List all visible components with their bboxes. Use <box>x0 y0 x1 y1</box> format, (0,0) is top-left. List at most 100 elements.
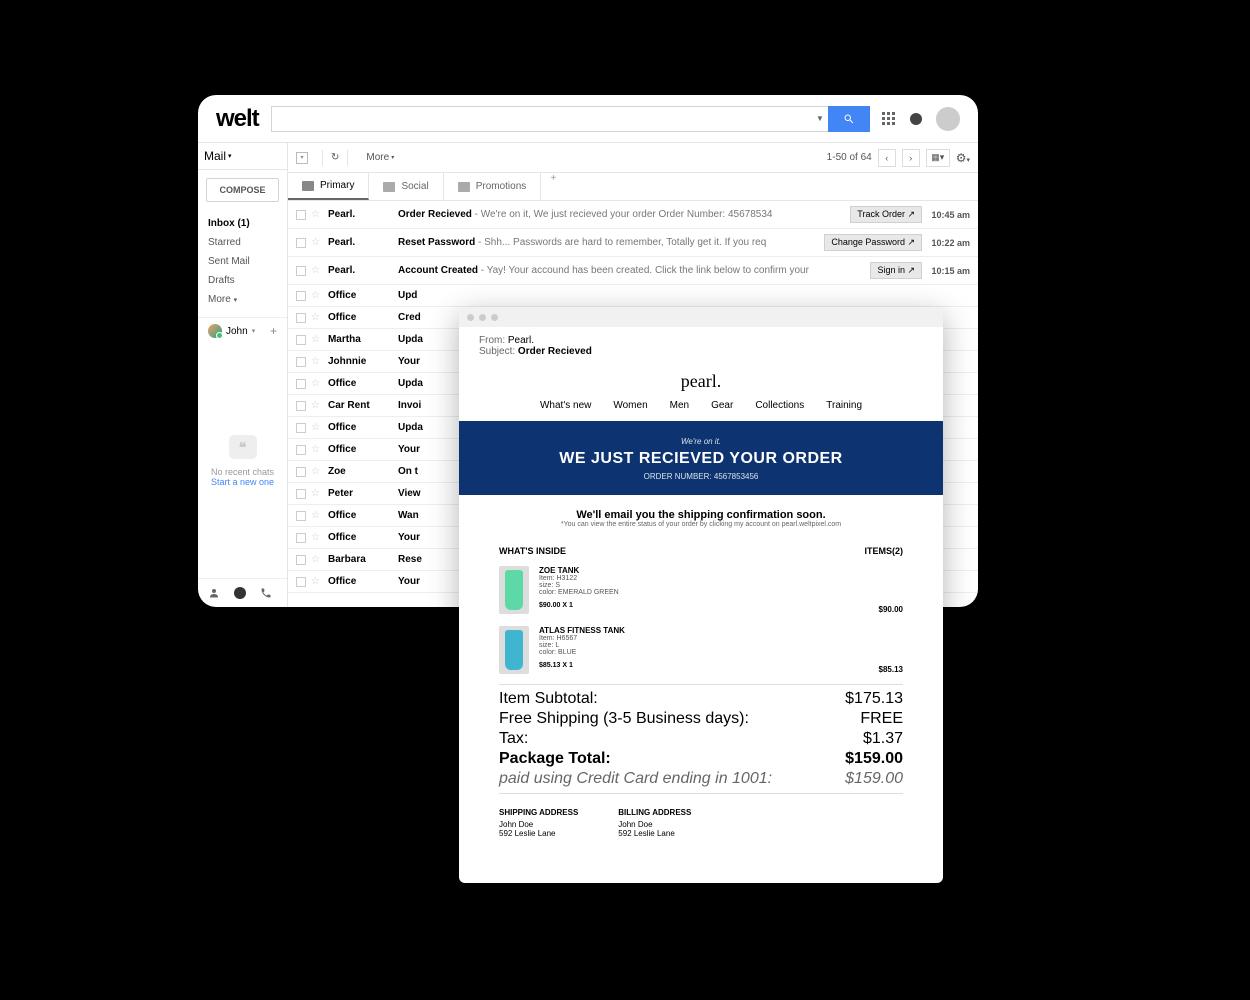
item-price: $90.00 <box>879 605 903 614</box>
apps-icon[interactable] <box>882 112 896 126</box>
message-action-button[interactable]: Sign in ↗ <box>870 262 922 279</box>
window-maximize-icon[interactable] <box>491 314 498 321</box>
star-icon[interactable]: ☆ <box>311 209 320 220</box>
confirmation-section: We'll email you the shipping confirmatio… <box>459 495 943 534</box>
email-nav-link[interactable]: Training <box>826 400 862 411</box>
tab-primary[interactable]: Primary <box>288 173 369 200</box>
email-totals: Item Subtotal:$175.13Free Shipping (3-5 … <box>459 689 943 789</box>
window-minimize-icon[interactable] <box>479 314 486 321</box>
message-checkbox[interactable] <box>296 335 306 345</box>
message-checkbox[interactable] <box>296 238 306 248</box>
view-toggle[interactable]: ▦▾ <box>926 149 950 167</box>
hangouts-icon[interactable] <box>234 587 246 599</box>
message-checkbox[interactable] <box>296 577 306 587</box>
message-sender: Pearl. <box>328 237 398 248</box>
message-checkbox[interactable] <box>296 555 306 565</box>
tab-social[interactable]: Social <box>369 173 443 200</box>
star-icon[interactable]: ☆ <box>311 488 320 499</box>
folder-sent[interactable]: Sent Mail <box>208 252 277 271</box>
message-checkbox[interactable] <box>296 401 306 411</box>
shipping-address: SHIPPING ADDRESS John Doe 592 Leslie Lan… <box>499 808 578 838</box>
phone-icon[interactable] <box>260 587 272 599</box>
folder-inbox[interactable]: Inbox (1) <box>208 214 277 233</box>
star-icon[interactable]: ☆ <box>311 378 320 389</box>
tab-promotions[interactable]: Promotions <box>444 173 542 200</box>
star-icon[interactable]: ☆ <box>311 422 320 433</box>
next-page-button[interactable]: › <box>902 149 920 167</box>
star-icon[interactable]: ☆ <box>311 290 320 301</box>
search-dropdown-icon[interactable]: ▼ <box>812 106 828 132</box>
select-all-checkbox[interactable]: ▾ <box>296 152 308 164</box>
message-checkbox[interactable] <box>296 511 306 521</box>
prev-page-button[interactable]: ‹ <box>878 149 896 167</box>
refresh-icon[interactable]: ↻ <box>331 152 339 163</box>
star-icon[interactable]: ☆ <box>311 466 320 477</box>
settings-icon[interactable]: ⚙▾ <box>956 151 970 165</box>
message-checkbox[interactable] <box>296 379 306 389</box>
star-icon[interactable]: ☆ <box>311 400 320 411</box>
star-icon[interactable]: ☆ <box>311 237 320 248</box>
message-sender: Car Rent <box>328 400 398 411</box>
email-nav-link[interactable]: Collections <box>755 400 804 411</box>
add-tab-button[interactable]: + <box>541 173 565 200</box>
email-nav-link[interactable]: Women <box>613 400 647 411</box>
message-checkbox[interactable] <box>296 291 306 301</box>
star-icon[interactable]: ☆ <box>311 532 320 543</box>
search-button[interactable] <box>828 106 870 132</box>
profile-avatar[interactable] <box>936 107 960 131</box>
star-icon[interactable]: ☆ <box>311 444 320 455</box>
message-checkbox[interactable] <box>296 533 306 543</box>
order-item-row: ZOE TANK Item: H3122 size: S color: EMER… <box>459 560 943 620</box>
notifications-icon[interactable] <box>910 113 922 125</box>
search-input[interactable] <box>271 106 812 132</box>
add-user-icon[interactable]: + <box>270 324 277 338</box>
start-chat-link[interactable]: Start a new one <box>211 477 274 487</box>
folder-drafts[interactable]: Drafts <box>208 271 277 290</box>
sidebar: Mail ▾ COMPOSE Inbox (1) Starred Sent Ma… <box>198 143 288 607</box>
message-checkbox[interactable] <box>296 210 306 220</box>
message-row[interactable]: ☆ Pearl. Reset Password - Shh... Passwor… <box>288 229 978 257</box>
message-checkbox[interactable] <box>296 266 306 276</box>
email-nav-link[interactable]: Men <box>670 400 689 411</box>
folder-more[interactable]: More ▾ <box>208 290 277 309</box>
from-value: Pearl. <box>508 335 534 346</box>
person-icon[interactable] <box>208 587 220 599</box>
email-hero: We're on it. WE JUST RECIEVED YOUR ORDER… <box>459 421 943 495</box>
more-dropdown[interactable]: More ▾ <box>366 152 394 163</box>
mail-dropdown[interactable]: Mail ▾ <box>204 149 232 163</box>
total-value: $1.37 <box>863 730 903 748</box>
item-image <box>499 566 529 614</box>
message-checkbox[interactable] <box>296 467 306 477</box>
star-icon[interactable]: ☆ <box>311 554 320 565</box>
star-icon[interactable]: ☆ <box>311 334 320 345</box>
shipping-name: John Doe <box>499 820 578 829</box>
star-icon[interactable]: ☆ <box>311 312 320 323</box>
message-checkbox[interactable] <box>296 489 306 499</box>
message-checkbox[interactable] <box>296 357 306 367</box>
email-nav-link[interactable]: Gear <box>711 400 733 411</box>
message-row[interactable]: ☆ Pearl. Account Created - Yay! Your acc… <box>288 257 978 285</box>
star-icon[interactable]: ☆ <box>311 265 320 276</box>
message-action-button[interactable]: Change Password ↗ <box>824 234 922 251</box>
compose-button[interactable]: COMPOSE <box>206 178 279 202</box>
message-checkbox[interactable] <box>296 313 306 323</box>
star-icon[interactable]: ☆ <box>311 510 320 521</box>
mail-header: welt ▼ <box>198 95 978 143</box>
message-sender: Office <box>328 312 398 323</box>
folder-starred[interactable]: Starred <box>208 233 277 252</box>
message-sender: Office <box>328 532 398 543</box>
window-close-icon[interactable] <box>467 314 474 321</box>
tag-icon <box>458 182 470 192</box>
message-row[interactable]: ☆ Pearl. Order Recieved - We're on it, W… <box>288 201 978 229</box>
user-row[interactable]: John ▾ + <box>198 317 287 344</box>
message-action-button[interactable]: Track Order ↗ <box>850 206 922 223</box>
message-time: 10:22 am <box>928 238 970 248</box>
message-row[interactable]: ☆ Office Upd <box>288 285 978 307</box>
star-icon[interactable]: ☆ <box>311 356 320 367</box>
email-nav-link[interactable]: What's new <box>540 400 591 411</box>
message-checkbox[interactable] <box>296 423 306 433</box>
message-sender: Martha <box>328 334 398 345</box>
message-sender: Pearl. <box>328 265 398 276</box>
star-icon[interactable]: ☆ <box>311 576 320 587</box>
message-checkbox[interactable] <box>296 445 306 455</box>
